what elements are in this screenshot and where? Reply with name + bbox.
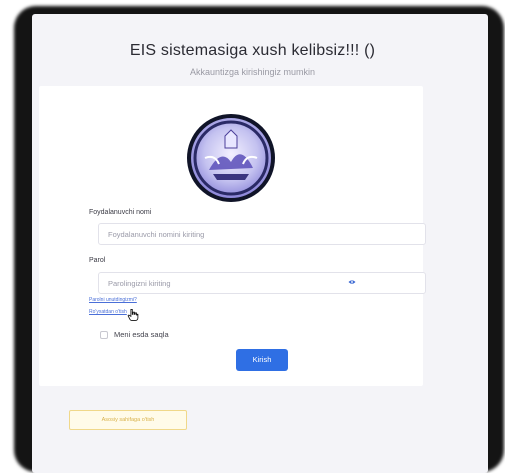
login-button[interactable]: Kirish (236, 349, 288, 371)
register-link[interactable]: Ro'yxatdan o'tish (89, 309, 127, 315)
back-to-home-button[interactable]: Asosiy sahifaga o'tish (69, 410, 187, 430)
password-label: Parol (89, 257, 106, 264)
username-label: Foydalanuvchi nomi (89, 209, 152, 216)
remember-me-checkbox[interactable] (100, 331, 108, 339)
forgot-password-link[interactable]: Parolni unutdingizmi? (89, 297, 137, 303)
logo-graphic (193, 120, 269, 196)
hand-cursor-icon (127, 308, 139, 322)
eye-icon[interactable] (348, 279, 356, 285)
page-subtitle: Akkauntizga kirishingiz mumkin (189, 67, 316, 77)
page-title: EIS sistemasiga xush kelibsiz!!! () (129, 42, 376, 59)
username-input[interactable] (98, 223, 426, 245)
logo-icon (187, 114, 275, 202)
password-input[interactable] (98, 272, 426, 294)
remember-me-label: Meni esda saqla (114, 330, 169, 339)
